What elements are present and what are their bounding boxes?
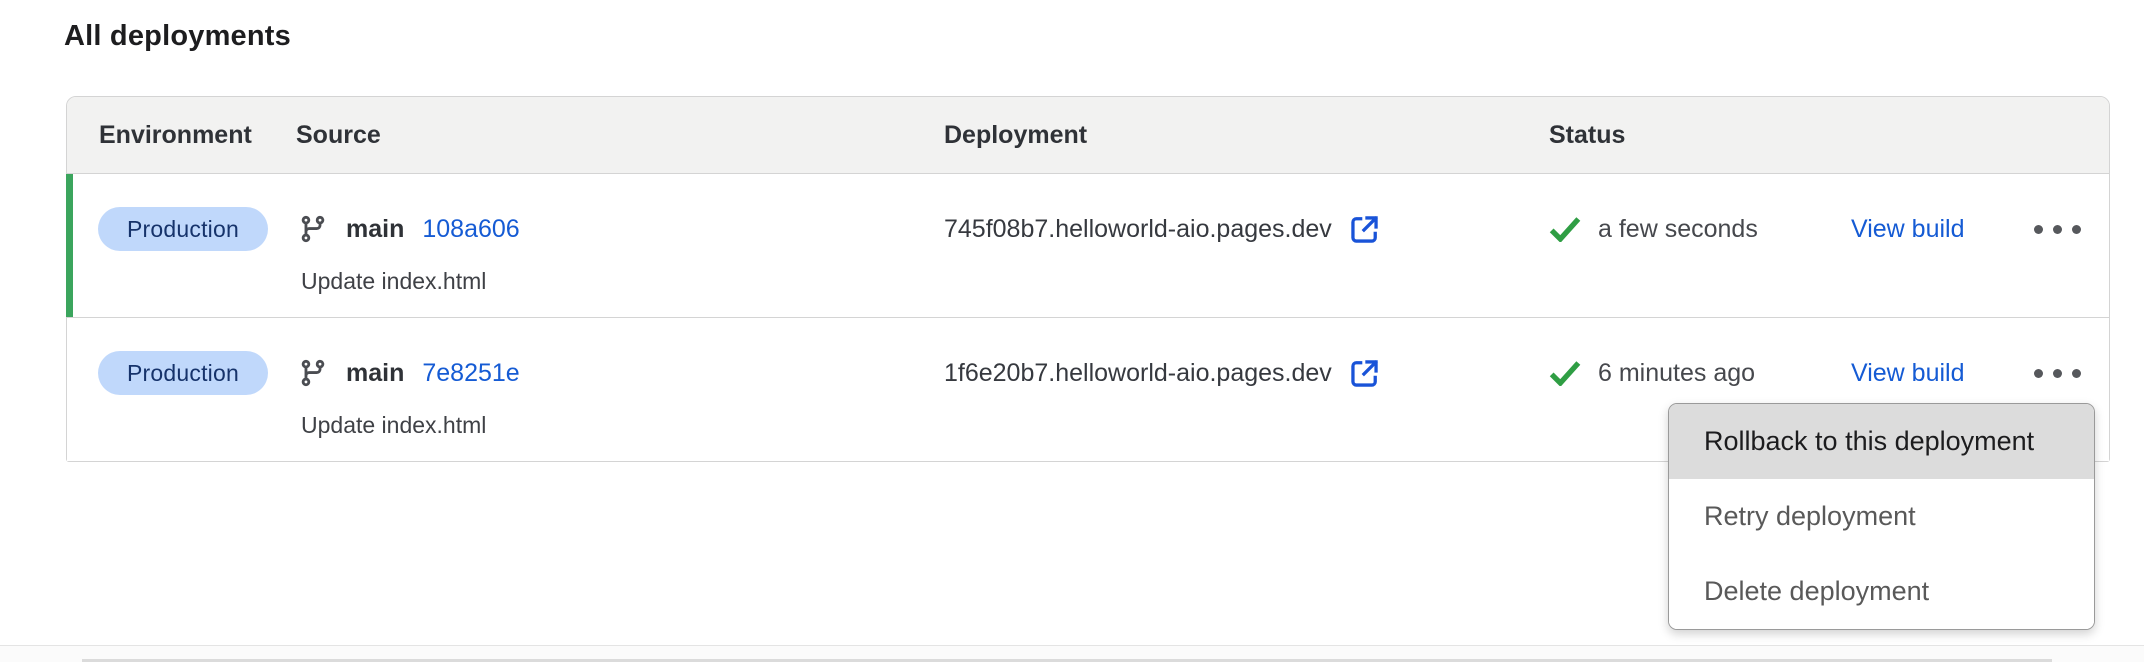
menu-item-rollback[interactable]: Rollback to this deployment bbox=[1669, 404, 2094, 479]
column-header-environment: Environment bbox=[99, 97, 252, 173]
ellipsis-dot bbox=[2034, 225, 2043, 234]
deployment-url: 1f6e20b7.helloworld-aio.pages.dev bbox=[944, 359, 1332, 388]
table-header-row: Environment Source Deployment Status bbox=[67, 97, 2109, 174]
menu-item-delete[interactable]: Delete deployment bbox=[1669, 554, 2094, 629]
branch-name: main bbox=[346, 359, 404, 388]
external-link-icon[interactable] bbox=[1348, 357, 1381, 390]
commit-link[interactable]: 7e8251e bbox=[422, 359, 519, 388]
column-header-source: Source bbox=[296, 97, 381, 173]
view-build-link[interactable]: View build bbox=[1851, 207, 1965, 251]
commit-message: Update index.html bbox=[301, 412, 486, 439]
source-cell: main 7e8251e bbox=[298, 351, 520, 395]
status-time: 6 minutes ago bbox=[1598, 359, 1755, 388]
deployment-url: 745f08b7.helloworld-aio.pages.dev bbox=[944, 215, 1332, 244]
check-icon bbox=[1549, 216, 1581, 242]
status-cell: a few seconds bbox=[1549, 207, 1758, 251]
ellipsis-dot bbox=[2072, 369, 2081, 378]
row-actions-menu-button[interactable] bbox=[2015, 351, 2099, 395]
view-build-link[interactable]: View build bbox=[1851, 351, 1965, 395]
row-actions-menu-button[interactable] bbox=[2015, 207, 2099, 251]
source-cell: main 108a606 bbox=[298, 207, 520, 251]
column-header-deployment: Deployment bbox=[944, 97, 1087, 173]
environment-badge: Production bbox=[98, 207, 268, 251]
deployment-row: Production main 108a606 Update index.htm… bbox=[67, 174, 2109, 317]
status-time: a few seconds bbox=[1598, 215, 1758, 244]
deployment-cell: 1f6e20b7.helloworld-aio.pages.dev bbox=[944, 351, 1381, 395]
git-branch-icon bbox=[298, 358, 328, 388]
ellipsis-dot bbox=[2034, 369, 2043, 378]
status-cell: 6 minutes ago bbox=[1549, 351, 1755, 395]
column-header-status: Status bbox=[1549, 97, 1625, 173]
commit-message: Update index.html bbox=[301, 268, 486, 295]
check-icon bbox=[1549, 360, 1581, 386]
ellipsis-dot bbox=[2072, 225, 2081, 234]
environment-badge: Production bbox=[98, 351, 268, 395]
git-branch-icon bbox=[298, 214, 328, 244]
menu-item-retry[interactable]: Retry deployment bbox=[1669, 479, 2094, 554]
external-link-icon[interactable] bbox=[1348, 213, 1381, 246]
commit-link[interactable]: 108a606 bbox=[422, 215, 519, 244]
ellipsis-dot bbox=[2053, 225, 2062, 234]
page-title: All deployments bbox=[64, 20, 291, 53]
row-actions-context-menu: Rollback to this deployment Retry deploy… bbox=[1668, 403, 2095, 630]
branch-name: main bbox=[346, 215, 404, 244]
deployment-cell: 745f08b7.helloworld-aio.pages.dev bbox=[944, 207, 1381, 251]
ellipsis-dot bbox=[2053, 369, 2062, 378]
